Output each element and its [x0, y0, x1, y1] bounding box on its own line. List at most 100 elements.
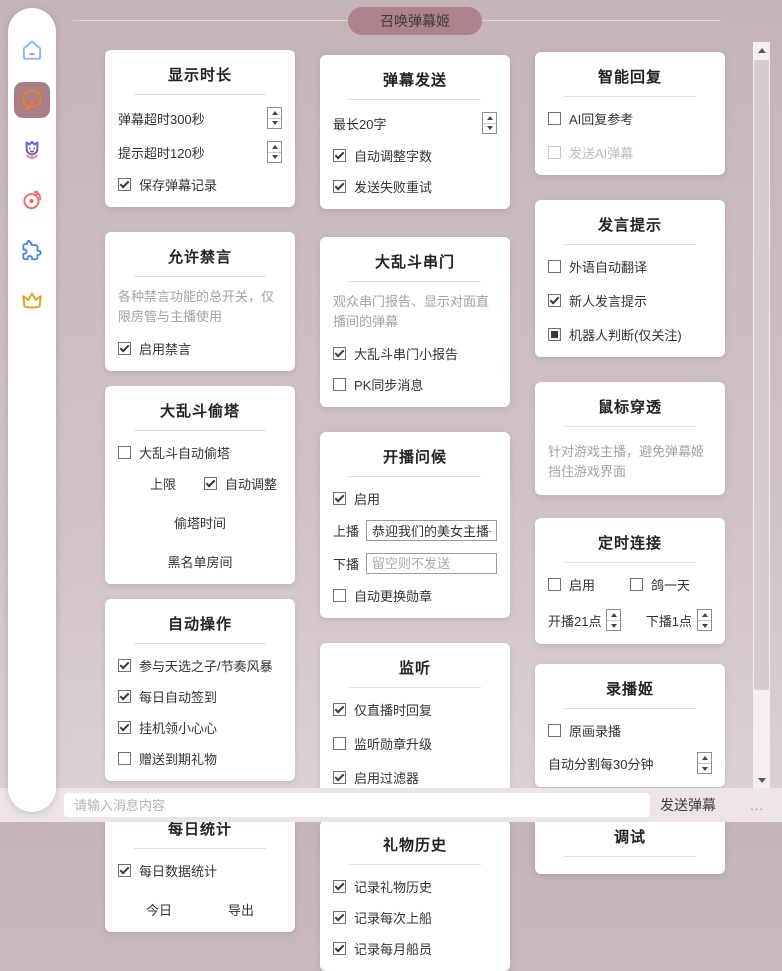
daily-stats-actions-row: 今日 导出: [118, 900, 282, 919]
auto-medal-checkbox-row[interactable]: 自动更换勋章: [333, 586, 497, 605]
puzzle-icon: [19, 237, 45, 263]
ai-reference-checkbox-row[interactable]: AI回复参考: [548, 109, 712, 128]
filter-checkbox-row[interactable]: 启用过滤器: [333, 768, 497, 787]
start-hour-stepper[interactable]: [606, 609, 621, 631]
card-danmaku-send: 弹幕发送 最长20字 自动调整字数 发送失败重试: [320, 55, 510, 209]
today-button[interactable]: 今日: [146, 900, 172, 919]
tip-timeout-label: 提示超时120秒: [118, 143, 205, 162]
sidebar-item-vip[interactable]: [14, 282, 50, 318]
visit-report-checkbox-row[interactable]: 大乱斗串门小报告: [333, 344, 497, 363]
auto-adjust-count-checkbox-row[interactable]: 自动调整字数: [333, 146, 497, 165]
auto-translate-checkbox-row[interactable]: 外语自动翻译: [548, 257, 712, 276]
checkbox[interactable]: [548, 578, 561, 591]
checkbox[interactable]: [333, 703, 346, 716]
card-daily-stats: 每日统计 每日数据统计 今日 导出: [105, 804, 295, 932]
end-hour-stepper[interactable]: [697, 609, 712, 631]
original-quality-checkbox-row[interactable]: 原画录播: [548, 721, 712, 740]
more-button[interactable]: ...: [750, 788, 764, 822]
checkbox[interactable]: [204, 477, 217, 490]
sidebar-item-danmaku[interactable]: [14, 82, 50, 118]
auto-adjust-checkbox-row[interactable]: 自动调整: [204, 474, 277, 493]
scrollbar[interactable]: [753, 42, 770, 788]
expiring-gift-checkbox-row[interactable]: 赠送到期礼物: [118, 749, 282, 768]
checkbox[interactable]: [333, 880, 346, 893]
card-title: 定时连接: [548, 530, 712, 553]
summon-danmaku-button[interactable]: 召唤弹幕姬: [348, 7, 482, 35]
stream-start-input[interactable]: [366, 520, 497, 541]
checkbox[interactable]: [333, 737, 346, 750]
bot-detect-checkbox-row[interactable]: 机器人判断(仅关注): [548, 325, 712, 344]
checkbox[interactable]: [333, 378, 346, 391]
danmaku-timeout-stepper[interactable]: [267, 107, 282, 129]
checkbox[interactable]: [548, 112, 561, 125]
save-record-checkbox-row[interactable]: 保存弹幕记录: [118, 175, 282, 194]
pk-sync-checkbox-row[interactable]: PK同步消息: [333, 375, 497, 394]
checkbox[interactable]: [118, 178, 131, 191]
ai-send-checkbox-row: 发送AI弹幕: [548, 143, 712, 162]
max-length-stepper[interactable]: [482, 112, 497, 134]
newcomer-tip-checkbox-row[interactable]: 新人发言提示: [548, 291, 712, 310]
checkbox[interactable]: [118, 342, 131, 355]
checkbox[interactable]: [548, 294, 561, 307]
reply-live-only-checkbox-row[interactable]: 仅直播时回复: [333, 700, 497, 719]
checkbox[interactable]: [118, 659, 131, 672]
checkbox[interactable]: [118, 752, 131, 765]
checkbox[interactable]: [548, 724, 561, 737]
card-recorder: 录播姬 原画录播 自动分割每30分钟: [535, 664, 725, 787]
send-danmaku-button[interactable]: 发送弹幕: [660, 788, 716, 822]
checkbox[interactable]: [118, 721, 131, 734]
checkbox[interactable]: [333, 589, 346, 602]
crown-icon: [19, 287, 45, 313]
sidebar-item-target[interactable]: [14, 182, 50, 218]
scroll-down-arrow[interactable]: [753, 772, 770, 788]
monthly-crew-checkbox-row[interactable]: 记录每月船员: [333, 939, 497, 958]
lottery-checkbox-row[interactable]: 参与天选之子/节奏风暴: [118, 656, 282, 675]
home-icon: [19, 37, 45, 63]
checkbox: [548, 146, 561, 159]
timer-enable-checkbox-row[interactable]: 启用: [548, 575, 630, 594]
retry-checkbox-row[interactable]: 发送失败重试: [333, 177, 497, 196]
flower-icon: [19, 137, 45, 163]
auto-split-stepper[interactable]: [697, 752, 712, 774]
checkbox[interactable]: [118, 690, 131, 703]
guard-record-checkbox-row[interactable]: 记录每次上船: [333, 908, 497, 927]
daily-stats-checkbox-row[interactable]: 每日数据统计: [118, 861, 282, 880]
export-button[interactable]: 导出: [228, 900, 254, 919]
checkbox-label: 启用禁言: [139, 339, 191, 358]
sidebar-item-flower[interactable]: [14, 132, 50, 168]
checkbox[interactable]: [548, 260, 561, 273]
checkbox[interactable]: [333, 347, 346, 360]
sidebar-item-plugin[interactable]: [14, 232, 50, 268]
tip-timeout-stepper[interactable]: [267, 141, 282, 163]
checkbox[interactable]: [548, 328, 561, 341]
gift-history-checkbox-row[interactable]: 记录礼物历史: [333, 877, 497, 896]
title-rule: [349, 476, 481, 477]
stream-end-row: 下播: [333, 553, 497, 574]
message-input[interactable]: [64, 793, 650, 817]
stream-end-label: 下播: [333, 554, 359, 573]
greeting-enable-checkbox-row[interactable]: 启用: [333, 489, 497, 508]
title-rule: [349, 687, 481, 688]
checkbox[interactable]: [333, 180, 346, 193]
checkbox[interactable]: [630, 578, 643, 591]
stream-end-input[interactable]: [366, 553, 497, 574]
sidebar-item-home[interactable]: [14, 32, 50, 68]
checkbox[interactable]: [118, 864, 131, 877]
scroll-thumb[interactable]: [754, 60, 769, 690]
medal-upgrade-checkbox-row[interactable]: 监听勋章升级: [333, 734, 497, 753]
enable-ban-checkbox-row[interactable]: 启用禁言: [118, 339, 282, 358]
checkbox[interactable]: [333, 771, 346, 784]
checkbox[interactable]: [118, 446, 131, 459]
checkbox[interactable]: [333, 911, 346, 924]
idle-hearts-checkbox-row[interactable]: 挂机领小心心: [118, 718, 282, 737]
checkbox[interactable]: [333, 942, 346, 955]
settings-column-2: 弹幕发送 最长20字 自动调整字数 发送失败重试 大乱斗串门 观众串门报告、显示…: [320, 40, 510, 971]
blacklist-label: 黑名单房间: [118, 552, 282, 571]
auto-steal-checkbox-row[interactable]: 大乱斗自动偷塔: [118, 443, 282, 462]
checkbox[interactable]: [333, 492, 346, 505]
skip-day-checkbox-row[interactable]: 鸽一天: [630, 575, 712, 594]
daily-signin-checkbox-row[interactable]: 每日自动签到: [118, 687, 282, 706]
scroll-up-arrow[interactable]: [753, 42, 770, 58]
checkbox[interactable]: [333, 149, 346, 162]
checkbox-label: 记录每次上船: [354, 908, 432, 927]
